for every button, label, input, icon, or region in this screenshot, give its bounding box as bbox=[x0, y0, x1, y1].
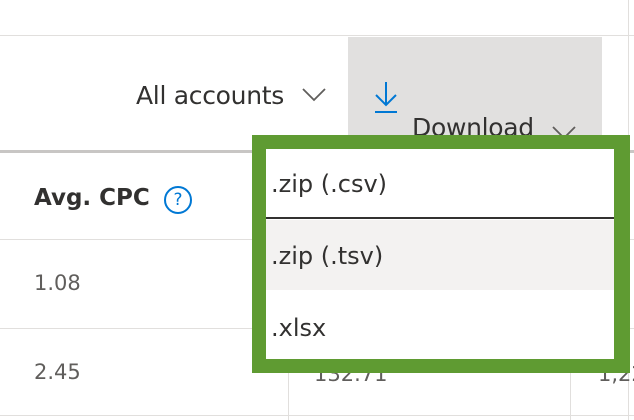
accounts-dropdown-label: All accounts bbox=[136, 80, 284, 110]
toolbar-divider bbox=[0, 35, 634, 36]
help-circle-icon[interactable]: ? bbox=[164, 186, 192, 214]
chevron-down-icon bbox=[302, 88, 326, 102]
column-header-avg-cpc[interactable]: Avg. CPC bbox=[34, 185, 150, 211]
accounts-dropdown[interactable]: All accounts bbox=[136, 78, 326, 112]
table-cell-avg-cpc: 2.45 bbox=[34, 360, 81, 384]
menu-item-zip-tsv[interactable]: .zip (.tsv) bbox=[266, 220, 614, 290]
row-divider bbox=[0, 415, 634, 416]
menu-item-label: .zip (.csv) bbox=[271, 170, 388, 198]
download-button[interactable]: Download bbox=[348, 37, 602, 150]
menu-item-label: .xlsx bbox=[271, 314, 327, 342]
download-menu: .zip (.csv) .zip (.tsv) .xlsx bbox=[266, 149, 614, 359]
menu-item-zip-csv[interactable]: .zip (.csv) bbox=[266, 149, 614, 219]
table-cell-avg-cpc: 1.08 bbox=[34, 271, 81, 295]
download-arrow-icon bbox=[373, 81, 399, 117]
menu-item-xlsx[interactable]: .xlsx bbox=[266, 290, 614, 360]
menu-item-label: .zip (.tsv) bbox=[271, 242, 384, 270]
